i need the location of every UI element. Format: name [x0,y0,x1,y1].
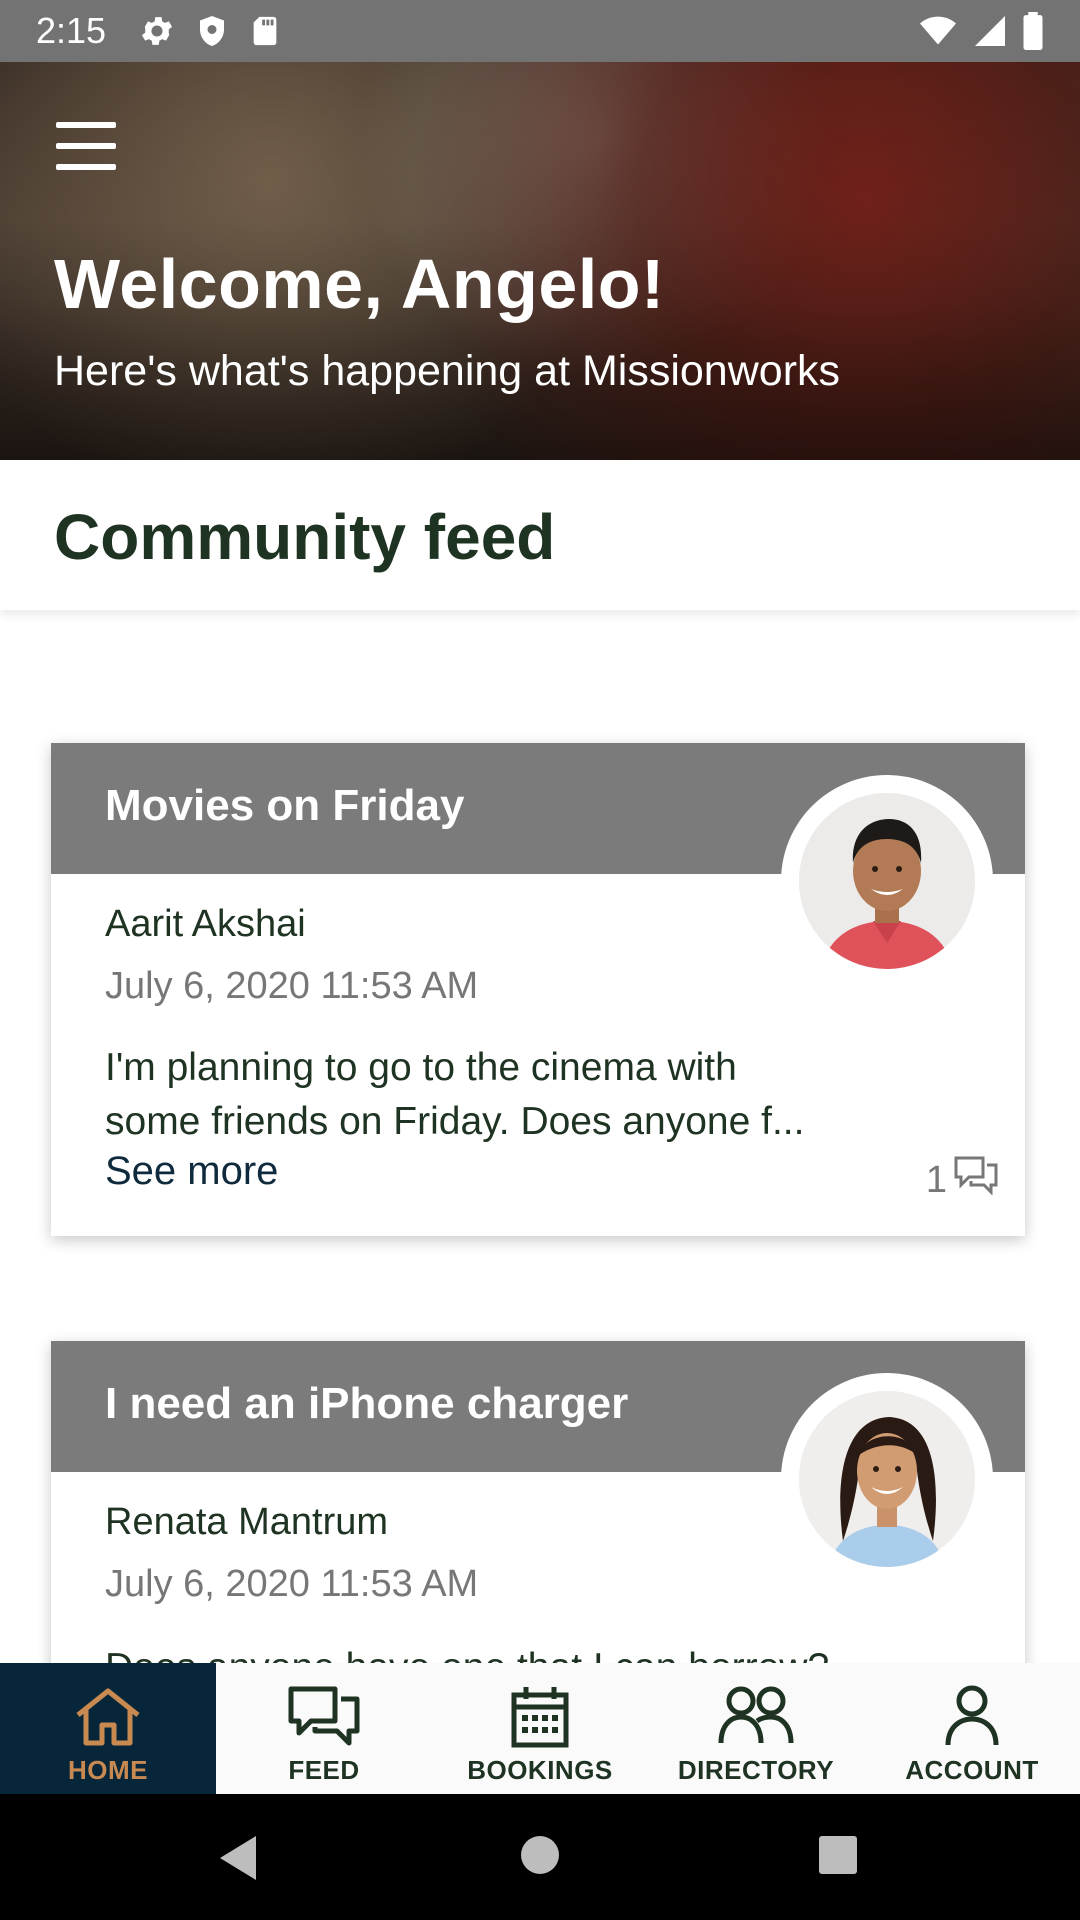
status-icons-right [918,12,1044,55]
post-body-line: I'm planning to go to the cinema with [105,1046,737,1089]
bottom-navigation: HOME FEED BOOKINGS DIRECTORY ACCOUNT [0,1663,1080,1794]
card-title: I need an iPhone charger [105,1379,629,1428]
person-icon [944,1685,1000,1754]
avatar-image [799,1391,975,1567]
hero-banner: Welcome, Angelo! Here's what's happening… [0,62,1080,460]
avatar[interactable] [781,775,993,987]
comment-count-button[interactable]: 1 [926,1155,999,1205]
nav-label: FEED [288,1755,360,1785]
feed-card[interactable]: I need an iPhone charger Renata Mantrum … [51,1341,1025,1663]
system-navigation-bar [0,1794,1080,1920]
chat-icon [287,1685,361,1754]
post-author[interactable]: Renata Mantrum [105,1501,388,1544]
nav-label: HOME [68,1755,148,1785]
people-icon [717,1685,795,1754]
section-header: Community feed [0,460,1080,610]
nav-item-account[interactable]: ACCOUNT [864,1663,1080,1794]
feed-list[interactable]: Movies on Friday Aarit Akshai July 6, 20… [0,610,1080,1663]
menu-bar [56,164,116,170]
comment-count: 1 [925,1158,947,1201]
post-body: I'm planning to go to the cinema with so… [105,1041,905,1149]
cell-signal-icon [972,13,1008,54]
nav-item-home[interactable]: HOME [0,1663,216,1794]
wifi-icon [918,13,958,54]
status-time: 2:15 [36,10,107,51]
sd-card-icon [248,12,282,55]
menu-bar [56,143,116,149]
back-icon[interactable] [216,1834,260,1887]
status-icons-left [138,12,282,55]
welcome-subtitle: Here's what's happening at Missionworks [54,347,841,395]
post-body-line: Does anyone have one that I can borrow? [105,1641,905,1663]
nav-label: ACCOUNT [905,1755,1039,1785]
feed-card[interactable]: Movies on Friday Aarit Akshai July 6, 20… [51,743,1025,1236]
nav-label: BOOKINGS [467,1755,613,1785]
section-title: Community feed [54,501,556,573]
hamburger-menu-button[interactable] [56,122,118,170]
avatar-image [799,793,975,969]
nav-item-feed[interactable]: FEED [216,1663,432,1794]
post-author[interactable]: Aarit Akshai [105,903,306,946]
home-circle-icon[interactable] [519,1834,561,1881]
see-more-link[interactable]: See more [105,1149,278,1194]
status-bar: 2:15 [0,0,1080,62]
home-icon [72,1685,144,1754]
post-body: Does anyone have one that I can borrow? [105,1641,905,1663]
welcome-title: Welcome, Angelo! [54,245,665,323]
recents-square-icon[interactable] [817,1834,859,1881]
menu-bar [56,122,116,128]
post-body-line: some friends on Friday. Does anyone f... [105,1100,805,1143]
nav-label: DIRECTORY [677,1755,835,1785]
shield-icon [194,12,230,55]
nav-item-bookings[interactable]: BOOKINGS [432,1663,648,1794]
nav-item-directory[interactable]: DIRECTORY [648,1663,864,1794]
battery-icon [1022,12,1044,55]
avatar[interactable] [781,1373,993,1585]
card-title: Movies on Friday [105,781,465,830]
gear-icon [138,12,176,55]
post-timestamp: July 6, 2020 11:53 AM [105,1563,479,1605]
comments-icon [953,1155,999,1205]
post-timestamp: July 6, 2020 11:53 AM [105,965,479,1007]
calendar-icon [510,1685,570,1754]
